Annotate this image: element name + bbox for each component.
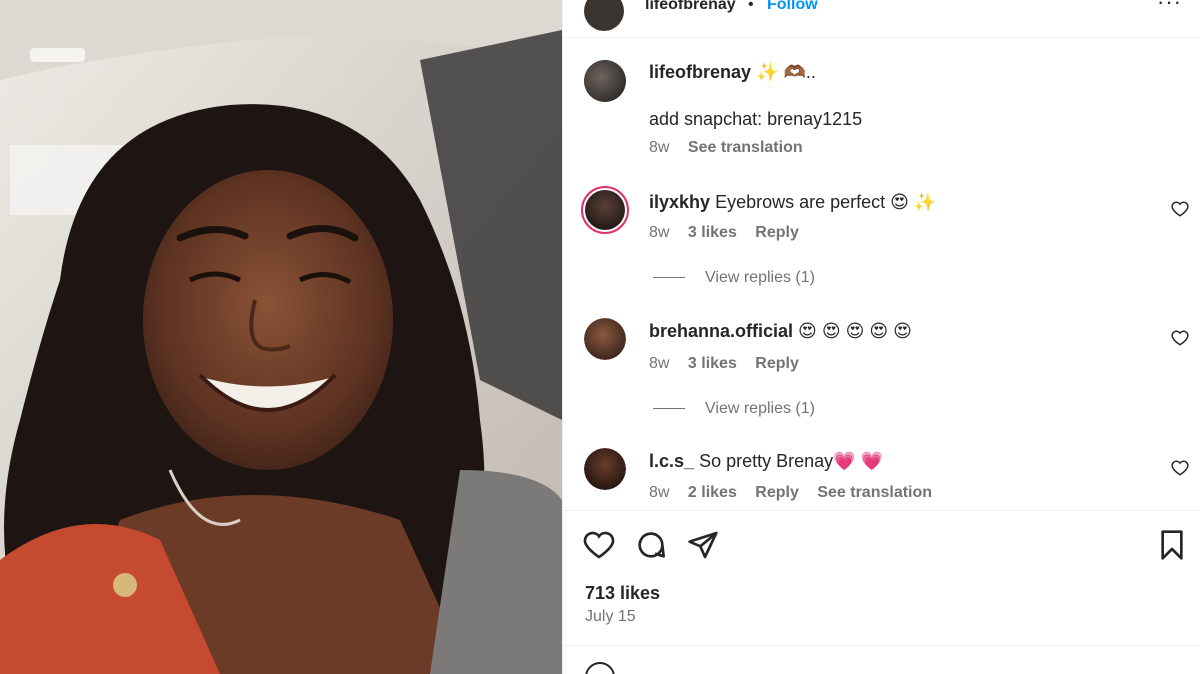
reply-button[interactable]: Reply bbox=[755, 224, 799, 241]
comment-text: So pretty Brenay💗 💗 bbox=[699, 451, 883, 471]
view-replies-label: View replies (1) bbox=[705, 269, 815, 286]
comment-time[interactable]: 8w bbox=[649, 484, 669, 501]
heart-icon[interactable] bbox=[583, 529, 615, 561]
reply-button[interactable]: Reply bbox=[755, 484, 799, 501]
heart-icon[interactable] bbox=[1171, 200, 1189, 218]
caption-emoji: ✨ 🫶🏾.. bbox=[756, 62, 816, 82]
caption-username[interactable]: lifeofbrenay bbox=[649, 62, 751, 82]
see-translation-link[interactable]: See translation bbox=[688, 139, 803, 156]
comment-username[interactable]: brehanna.official bbox=[649, 321, 793, 341]
likes-count[interactable]: 713 likes bbox=[585, 583, 660, 604]
heart-icon[interactable] bbox=[1171, 329, 1189, 347]
replies-divider bbox=[653, 277, 685, 279]
view-replies-button[interactable]: View replies (1) bbox=[653, 400, 815, 418]
commenter-avatar[interactable] bbox=[584, 318, 626, 360]
reply-button[interactable]: Reply bbox=[755, 355, 799, 372]
post-date[interactable]: July 15 bbox=[585, 608, 636, 626]
separator-dot: • bbox=[748, 0, 754, 13]
comment-likes[interactable]: 3 likes bbox=[688, 224, 737, 241]
comment-time[interactable]: 8w bbox=[649, 355, 669, 372]
comment-line: ilyxkhy Eyebrows are perfect 😍 ✨ bbox=[649, 192, 936, 213]
caption-line: lifeofbrenay ✨ 🫶🏾.. bbox=[649, 62, 816, 83]
comment-line: l.c.s_ So pretty Brenay💗 💗 bbox=[649, 451, 883, 472]
comment-text: Eyebrows are perfect 😍 ✨ bbox=[715, 192, 937, 212]
post-panel: lifeofbrenay • Follow ··· lifeofbrenay ✨… bbox=[562, 0, 1200, 674]
action-bar bbox=[563, 510, 1200, 580]
caption-text: add snapchat: brenay1215 bbox=[649, 109, 863, 129]
more-options-icon[interactable]: ··· bbox=[1157, 0, 1182, 15]
comment-icon[interactable] bbox=[635, 529, 667, 561]
view-replies-button[interactable]: View replies (1) bbox=[653, 269, 815, 287]
comment-likes[interactable]: 2 likes bbox=[688, 484, 737, 501]
heart-icon[interactable] bbox=[1171, 459, 1189, 477]
emoji-icon[interactable] bbox=[585, 662, 615, 674]
comment-likes[interactable]: 3 likes bbox=[688, 355, 737, 372]
caption-time[interactable]: 8w bbox=[649, 139, 669, 156]
comment-meta: 8w 2 likes Reply See translation bbox=[649, 484, 946, 502]
author-username[interactable]: lifeofbrenay bbox=[645, 0, 736, 14]
bookmark-icon[interactable] bbox=[1156, 529, 1188, 561]
comment-line: brehanna.official 😍 😍 😍 😍 😍 bbox=[649, 321, 912, 342]
caption-avatar[interactable] bbox=[584, 60, 626, 102]
comment-time[interactable]: 8w bbox=[649, 224, 669, 241]
see-translation-link[interactable]: See translation bbox=[817, 484, 932, 501]
comment-meta: 8w 3 likes Reply bbox=[649, 355, 813, 373]
share-icon[interactable] bbox=[687, 529, 719, 561]
comment-username[interactable]: l.c.s_ bbox=[649, 451, 694, 471]
commenter-avatar[interactable] bbox=[584, 448, 626, 490]
add-comment-bar bbox=[563, 645, 1200, 674]
follow-button[interactable]: Follow bbox=[767, 0, 818, 14]
replies-divider bbox=[653, 408, 685, 410]
author-avatar[interactable] bbox=[584, 0, 624, 31]
comment-meta: 8w 3 likes Reply bbox=[649, 224, 813, 242]
post-photo[interactable] bbox=[0, 0, 562, 674]
caption-meta: 8w See translation bbox=[649, 139, 817, 157]
comment-text: 😍 😍 😍 😍 😍 bbox=[798, 321, 912, 341]
view-replies-label: View replies (1) bbox=[705, 400, 815, 417]
comment-username[interactable]: ilyxkhy bbox=[649, 192, 710, 212]
selfie-image bbox=[0, 0, 562, 674]
comments-section[interactable]: lifeofbrenay ✨ 🫶🏾.. add snapchat: brenay… bbox=[563, 38, 1200, 510]
commenter-avatar[interactable] bbox=[581, 186, 629, 234]
post-header: lifeofbrenay • Follow ··· bbox=[563, 0, 1200, 38]
